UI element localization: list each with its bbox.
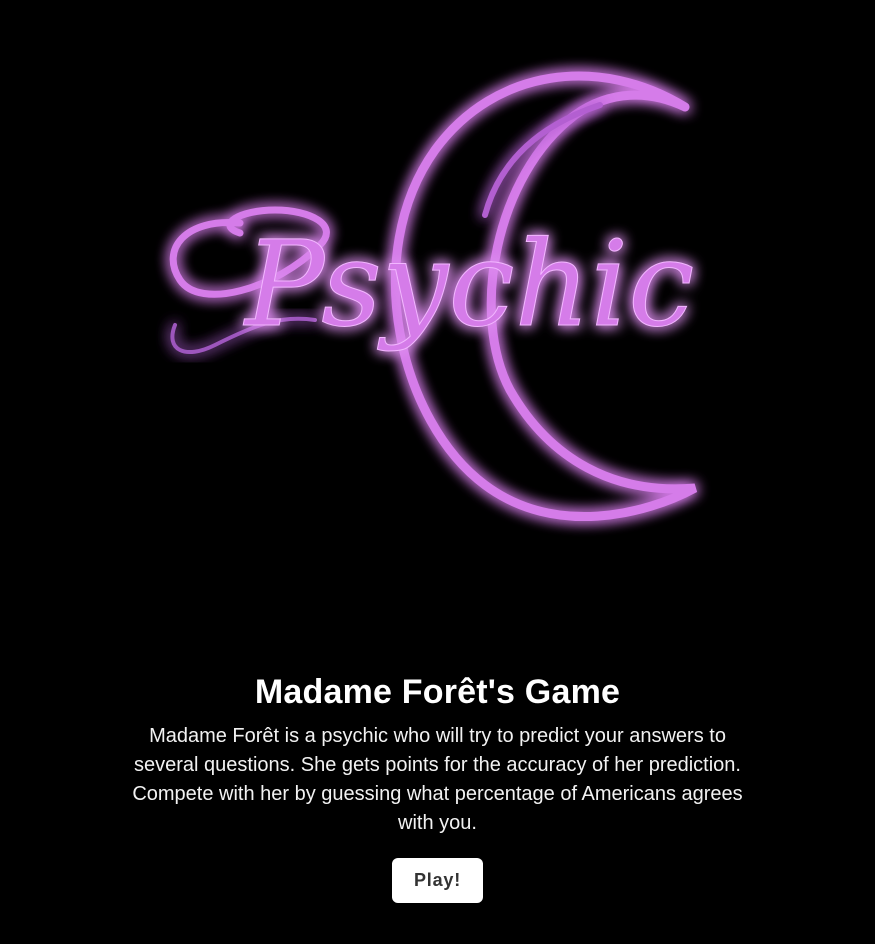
game-description: Madame Forêt is a psychic who will try t…: [132, 725, 743, 834]
psychic-neon-sign: Psychic: [150, 40, 750, 550]
neon-moon-image: Psychic: [169, 71, 698, 522]
play-button[interactable]: Play!: [392, 858, 483, 903]
page-title: Madame Forêt's Game: [254, 673, 621, 711]
neon-inner-moon-line: [482, 102, 603, 218]
game-intro: Madame Forêt's Game Madame Forêt is a ps…: [0, 668, 875, 903]
neon-psychic-word: Psychic: [243, 215, 694, 353]
